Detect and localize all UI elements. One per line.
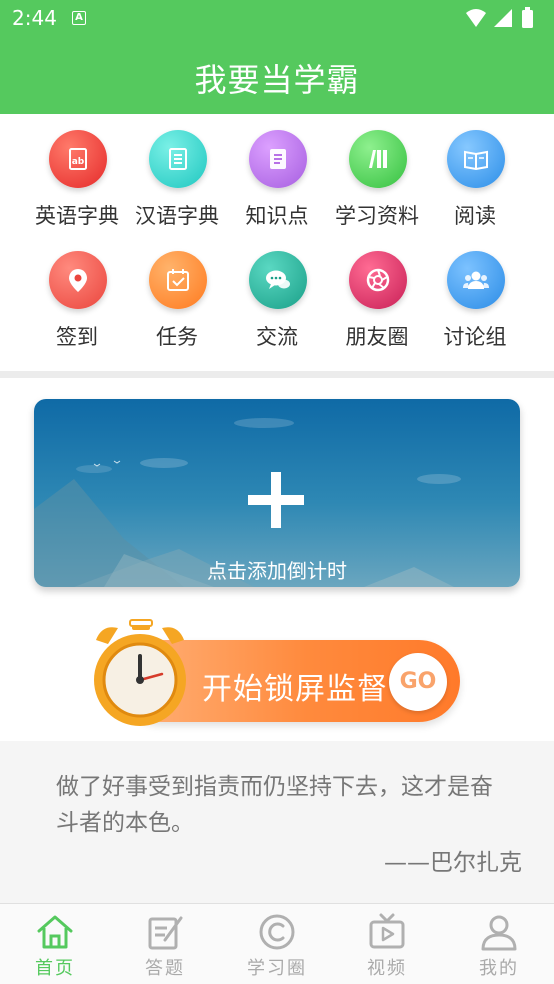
- chat-icon: [249, 251, 307, 309]
- bottom-navigation: 首页 答题 学习圈 视频 我的: [0, 903, 554, 984]
- knowledge-icon: [249, 130, 307, 188]
- grid-item-moments[interactable]: 朋友圈: [322, 235, 432, 355]
- add-icon: [248, 472, 304, 528]
- reading-icon: [447, 130, 505, 188]
- grid-item-discussion-group[interactable]: 讨论组: [420, 235, 530, 355]
- group-icon: [447, 251, 505, 309]
- tv-icon: [369, 913, 405, 949]
- grid-item-label: 讨论组: [443, 325, 507, 349]
- grid-item-checkin[interactable]: 签到: [22, 235, 132, 355]
- nav-profile[interactable]: 我的: [444, 904, 554, 984]
- grid-item-study-materials[interactable]: 学习资料: [322, 114, 432, 234]
- add-countdown-card[interactable]: 点击添加倒计时: [34, 399, 520, 587]
- grid-item-label: 学习资料: [335, 204, 419, 228]
- nav-study-circle[interactable]: 学习圈: [222, 904, 332, 984]
- add-countdown-label: 点击添加倒计时: [207, 559, 347, 583]
- grid-item-label: 任务: [156, 325, 198, 349]
- app-header: 2:44 A 我要当学霸: [0, 0, 554, 114]
- page-title: 我要当学霸: [194, 61, 360, 99]
- nav-video[interactable]: 视频: [332, 904, 442, 984]
- alarm-clock-icon: [94, 619, 186, 726]
- grid-item-reading[interactable]: 阅读: [420, 114, 530, 234]
- grid-item-label: 签到: [56, 325, 98, 349]
- nav-label: 首页: [35, 958, 75, 979]
- grid-item-communication[interactable]: 交流: [222, 235, 332, 355]
- nav-label: 答题: [145, 958, 185, 979]
- dictionary-en-icon: ab: [49, 130, 107, 188]
- grid-item-label: 朋友圈: [345, 325, 409, 349]
- home-icon: [37, 915, 73, 949]
- nav-label: 视频: [367, 958, 407, 979]
- nav-home[interactable]: 首页: [0, 904, 110, 984]
- svg-text:ab: ab: [72, 157, 85, 167]
- grid-item-knowledge[interactable]: 知识点: [222, 114, 332, 234]
- grid-item-label: 知识点: [245, 204, 309, 228]
- grid-item-label: 英语字典: [35, 204, 119, 228]
- nav-label: 学习圈: [247, 958, 307, 979]
- person-icon: [481, 915, 517, 951]
- grid-item-label: 汉语字典: [135, 204, 219, 228]
- grid-item-label: 阅读: [454, 204, 496, 228]
- grid-item-chinese-dictionary[interactable]: 汉语字典: [122, 114, 232, 234]
- grid-item-label: 交流: [256, 325, 298, 349]
- grid-item-tasks[interactable]: 任务: [122, 235, 232, 355]
- quote-author: ——巴尔扎克: [384, 850, 522, 876]
- aperture-icon: [349, 251, 407, 309]
- daily-quote: 做了好事受到指责而仍坚持下去，这才是奋斗者的本色。 ——巴尔扎克: [0, 741, 554, 903]
- location-pin-icon: [49, 251, 107, 309]
- notification-badge-icon: A: [72, 11, 86, 25]
- circle-c-icon: [259, 914, 295, 950]
- status-icons: [466, 7, 533, 28]
- status-bar: 2:44 A: [0, 0, 554, 36]
- dictionary-zh-icon: [149, 130, 207, 188]
- go-button: GO: [389, 653, 447, 711]
- books-icon: [349, 130, 407, 188]
- feature-grid: ab 英语字典 汉语字典 知识点 学习资料 阅读 签到 任务 交流 朋友圈 讨论…: [0, 114, 554, 372]
- section-divider: [0, 371, 554, 378]
- calendar-check-icon: [149, 251, 207, 309]
- nav-quiz[interactable]: 答题: [110, 904, 220, 984]
- quote-text: 做了好事受到指责而仍坚持下去，这才是奋斗者的本色。: [56, 774, 493, 836]
- lock-button-label: 开始锁屏监督: [202, 672, 388, 707]
- quiz-icon: [148, 916, 183, 950]
- nav-label: 我的: [479, 958, 519, 979]
- grid-item-english-dictionary[interactable]: ab 英语字典: [22, 114, 132, 234]
- battery-icon: [522, 10, 533, 28]
- wifi-icon: [466, 9, 486, 27]
- signal-icon: [494, 9, 512, 27]
- status-time: 2:44: [12, 6, 57, 30]
